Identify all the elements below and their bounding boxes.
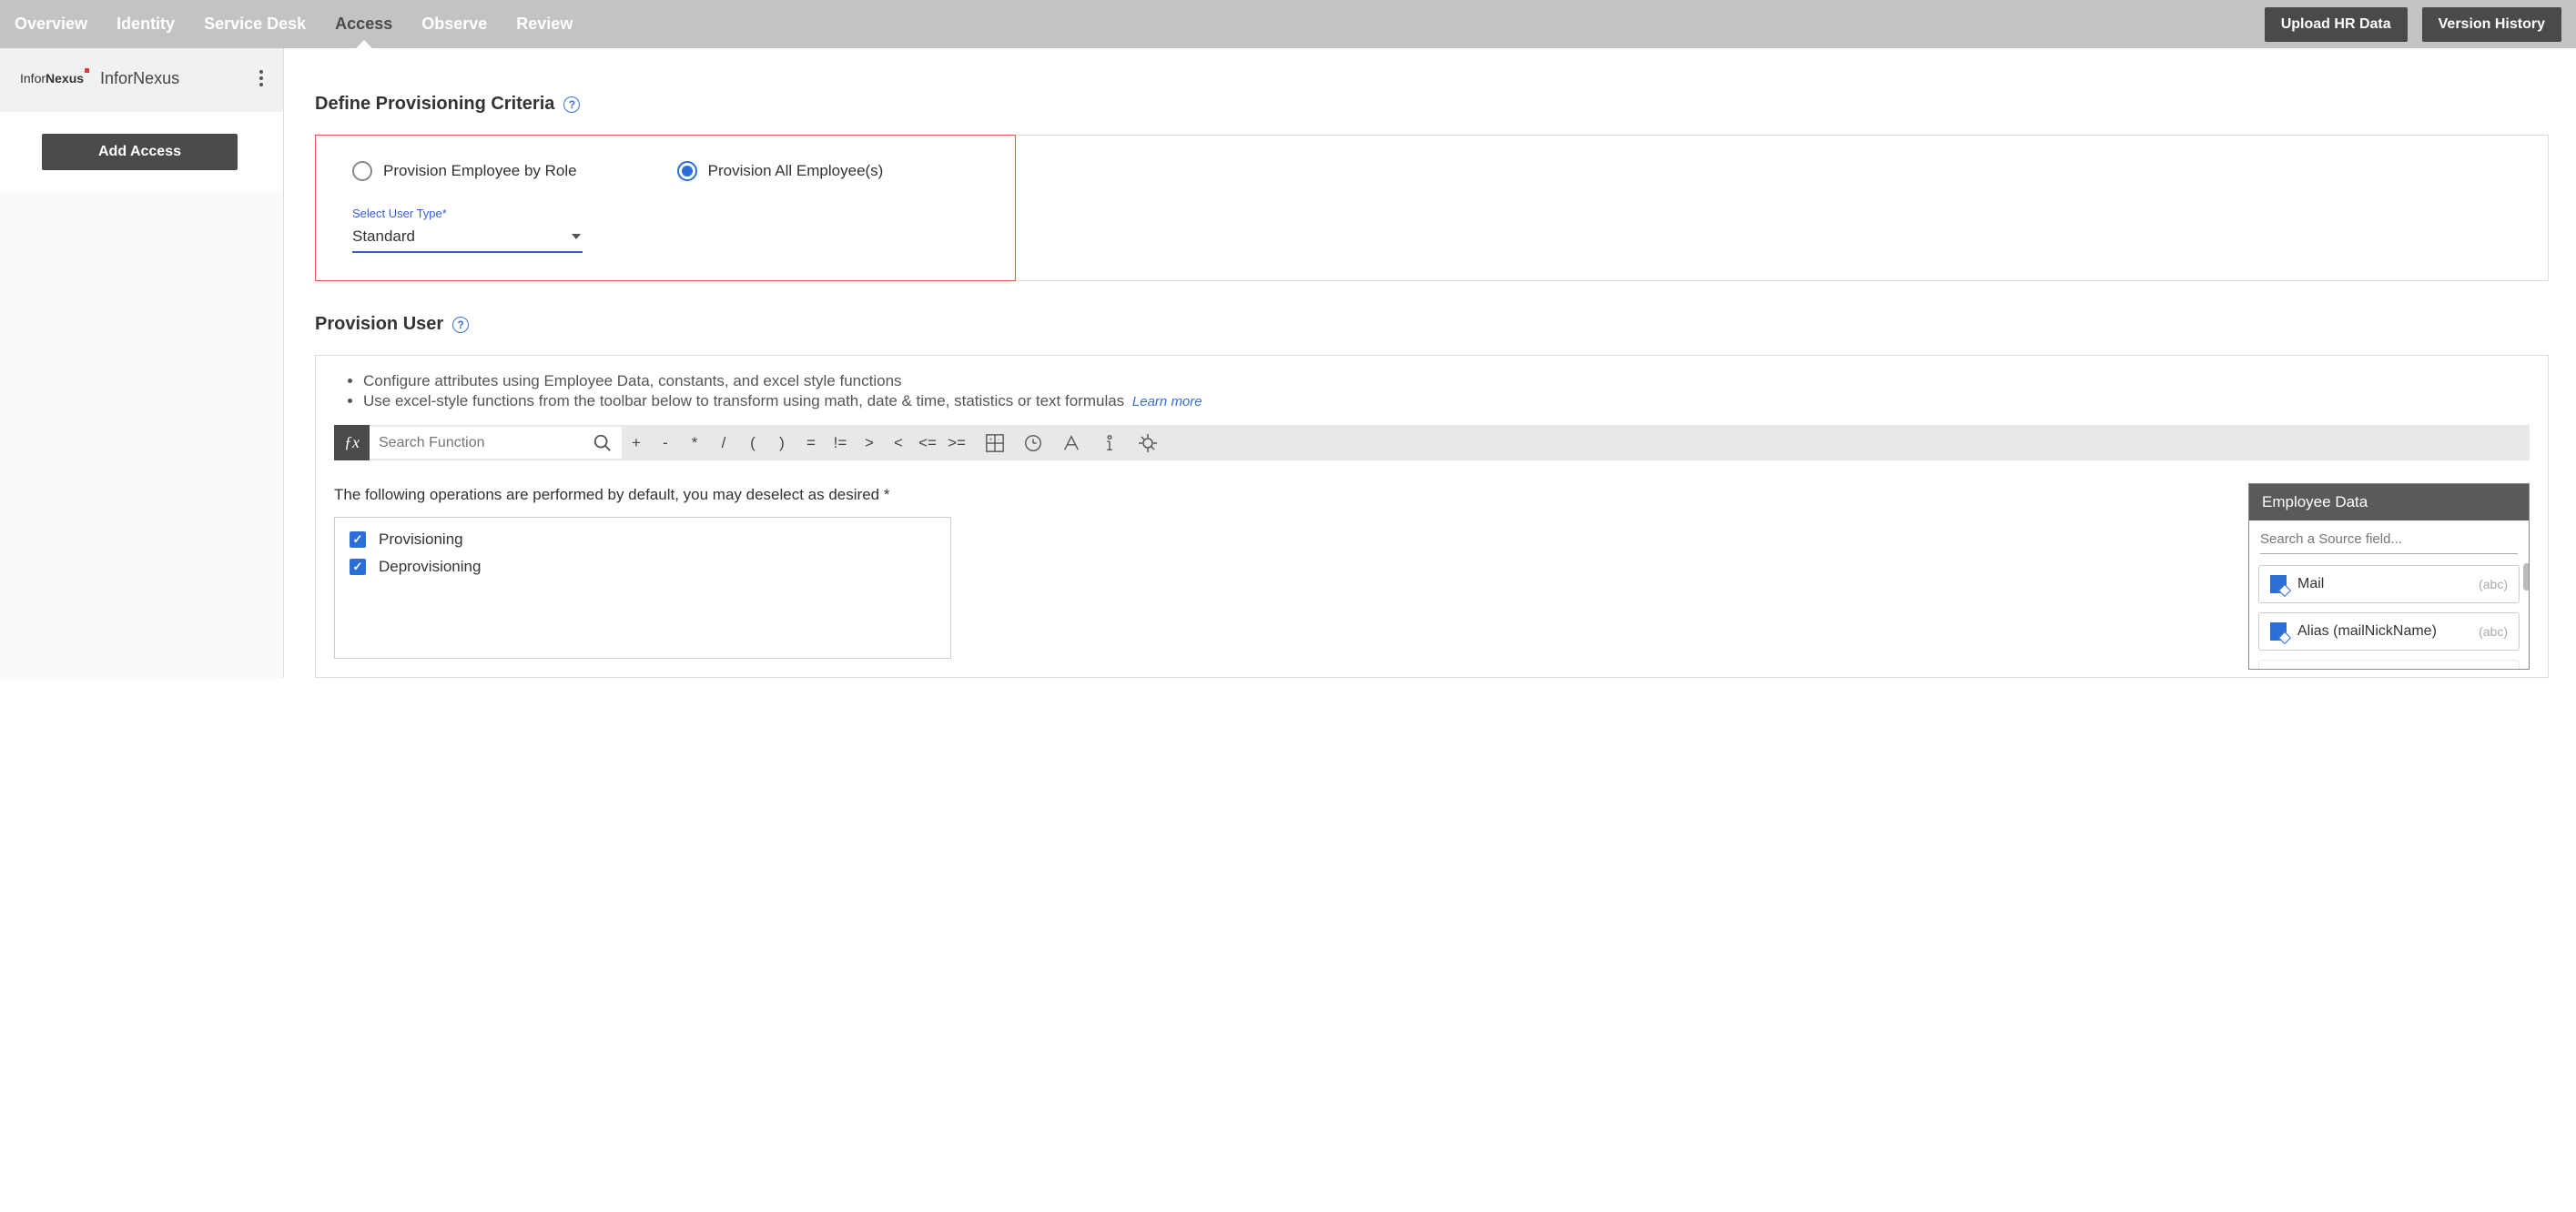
operations-box: ✓ Provisioning ✓ Deprovisioning (334, 517, 951, 659)
tab-service-desk[interactable]: Service Desk (189, 0, 320, 48)
tab-review[interactable]: Review (502, 0, 587, 48)
radio-provision-by-role[interactable]: Provision Employee by Role (352, 161, 577, 181)
kebab-menu-icon[interactable] (254, 65, 269, 92)
op-divide[interactable]: / (709, 434, 738, 452)
radio-provision-all[interactable]: Provision All Employee(s) (677, 161, 884, 181)
radio-icon (352, 161, 372, 181)
provision-user-title: Provision User ? (315, 314, 2549, 335)
math-icon[interactable]: +- (984, 432, 1006, 454)
operations-note: The following operations are performed b… (334, 486, 2530, 504)
define-criteria-title: Define Provisioning Criteria ? (315, 94, 2549, 115)
main-content: Define Provisioning Criteria ? Provision… (284, 48, 2576, 678)
search-icon (593, 433, 613, 453)
sidebar-header: InforNexus InforNexus (0, 48, 283, 112)
op-multiply[interactable]: * (680, 434, 709, 452)
scrollbar[interactable] (2523, 563, 2529, 591)
upload-hr-data-button[interactable]: Upload HR Data (2265, 7, 2408, 42)
tab-list: Overview Identity Service Desk Access Ob… (0, 0, 587, 48)
radio-icon (677, 161, 697, 181)
info-icon[interactable] (1099, 432, 1121, 454)
svg-text:-: - (998, 437, 999, 443)
op-minus[interactable]: - (651, 434, 680, 452)
field-icon (2270, 622, 2287, 641)
op-not-equals[interactable]: != (826, 434, 855, 452)
employee-field-list: Mail (abc) Alias (mailNickName) (abc) Ci… (2249, 560, 2529, 669)
checkbox-provisioning[interactable]: ✓ Provisioning (350, 530, 936, 549)
bullet-text: Use excel-style functions from the toolb… (363, 392, 2530, 410)
op-lte[interactable]: <= (913, 434, 942, 452)
provision-panel: Configure attributes using Employee Data… (315, 355, 2549, 678)
employee-data-title: Employee Data (2249, 484, 2529, 520)
criteria-panel: Provision Employee by Role Provision All… (315, 135, 2549, 281)
help-icon[interactable]: ? (452, 317, 469, 333)
checkbox-icon: ✓ (350, 531, 366, 548)
operator-buttons: + - * / ( ) = != > < <= >= (622, 434, 971, 452)
top-actions: Upload HR Data Version History (2265, 7, 2561, 42)
tab-overview[interactable]: Overview (0, 0, 102, 48)
text-icon[interactable] (1060, 432, 1082, 454)
tab-access[interactable]: Access (320, 0, 407, 48)
app-name: InforNexus (100, 69, 179, 88)
user-type-select[interactable]: Select User Type* Standard (352, 207, 583, 253)
learn-more-link[interactable]: Learn more (1132, 394, 1202, 409)
op-paren-open[interactable]: ( (738, 434, 767, 452)
op-gt[interactable]: > (855, 434, 884, 452)
app-logo: InforNexus (20, 71, 84, 86)
bullet-text: Configure attributes using Employee Data… (363, 372, 2530, 390)
op-plus[interactable]: + (622, 434, 651, 452)
field-icon (2270, 575, 2287, 593)
function-toolbar: ƒx + - * / ( ) (334, 425, 2530, 460)
criteria-highlighted: Provision Employee by Role Provision All… (315, 135, 1016, 281)
tab-identity[interactable]: Identity (102, 0, 189, 48)
function-search-input[interactable] (379, 435, 585, 451)
sidebar: InforNexus InforNexus Add Access (0, 48, 284, 678)
add-access-button[interactable]: Add Access (42, 134, 238, 170)
checkbox-icon: ✓ (350, 559, 366, 575)
op-equals[interactable]: = (796, 434, 826, 452)
chevron-down-icon (572, 234, 581, 239)
employee-field-item[interactable]: Alias (mailNickName) (abc) (2258, 612, 2520, 651)
employee-data-panel: Employee Data Mail (abc) Alias (mailNick… (2248, 483, 2530, 670)
op-lt[interactable]: < (884, 434, 913, 452)
version-history-button[interactable]: Version History (2422, 7, 2561, 42)
op-gte[interactable]: >= (942, 434, 971, 452)
svg-text:+: + (989, 437, 993, 443)
checkbox-deprovisioning[interactable]: ✓ Deprovisioning (350, 558, 936, 576)
employee-search-input[interactable] (2260, 531, 2518, 547)
employee-field-item[interactable]: Mail (abc) (2258, 565, 2520, 603)
employee-search[interactable] (2260, 531, 2518, 554)
help-icon[interactable]: ? (563, 96, 580, 113)
clock-icon[interactable] (1022, 432, 1044, 454)
op-paren-close[interactable]: ) (767, 434, 796, 452)
function-search[interactable] (370, 427, 622, 459)
select-label: Select User Type* (352, 207, 583, 220)
topbar: Overview Identity Service Desk Access Ob… (0, 0, 2576, 48)
employee-field-item[interactable]: City (l) (abc) (2258, 660, 2520, 669)
transform-icon[interactable] (1137, 432, 1159, 454)
select-value: Standard (352, 227, 415, 246)
fx-icon[interactable]: ƒx (334, 425, 370, 460)
tab-observe[interactable]: Observe (407, 0, 502, 48)
